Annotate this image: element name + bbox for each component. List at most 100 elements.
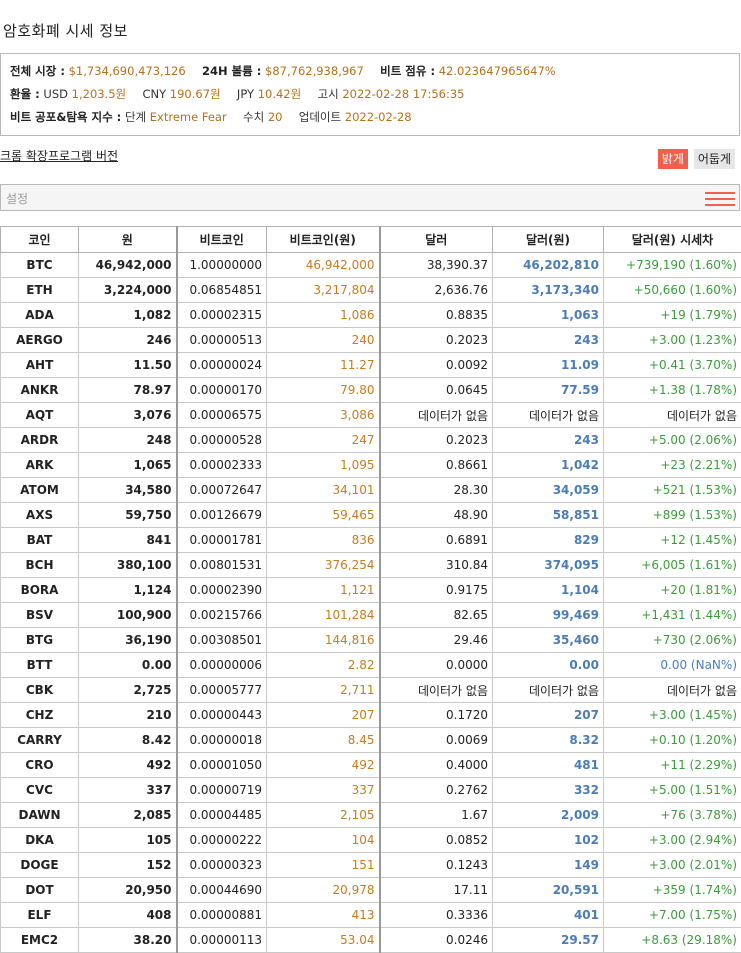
- table-row: DOT20,9500.0004469020,97817.1120,591+359…: [1, 878, 741, 903]
- table-row: AERGO2460.000005132400.2023243+3.00 (1.2…: [1, 328, 741, 353]
- price-btc-krw: 104: [267, 828, 380, 853]
- coin-symbol: CVC: [1, 778, 79, 803]
- price-usd: 0.2023: [380, 328, 493, 353]
- settings-bar[interactable]: 설정: [0, 184, 740, 211]
- price-usd-krw: 2,009: [493, 803, 604, 828]
- price-btc: 0.00000323: [177, 853, 267, 878]
- price-btc: 0.00000170: [177, 378, 267, 403]
- price-diff: 데이터가 없음: [604, 403, 741, 428]
- price-btc: 0.00000881: [177, 903, 267, 928]
- score-value: 20: [268, 110, 283, 124]
- price-btc: 0.00001781: [177, 528, 267, 553]
- price-usd: 29.46: [380, 628, 493, 653]
- price-usd: 0.2762: [380, 778, 493, 803]
- table-row: ETH3,224,0000.068548513,217,8042,636.763…: [1, 278, 741, 303]
- price-btc-krw: 207: [267, 703, 380, 728]
- col-header-btc-krw[interactable]: 비트코인(원): [267, 227, 380, 253]
- col-header-usd-diff[interactable]: 달러(원) 시세차: [604, 227, 741, 253]
- coin-symbol: DAWN: [1, 803, 79, 828]
- dark-theme-button[interactable]: 어둡게: [694, 149, 735, 169]
- price-btc: 1.00000000: [177, 253, 267, 278]
- menu-icon[interactable]: [705, 190, 735, 208]
- price-krw: 11.50: [79, 353, 177, 378]
- price-krw: 1,065: [79, 453, 177, 478]
- summary-line-market: 전체 시장 : $1,734,690,473,126 24H 볼륨 : $87,…: [10, 60, 730, 83]
- price-btc: 0.00002333: [177, 453, 267, 478]
- price-btc-krw: 1,095: [267, 453, 380, 478]
- light-theme-button[interactable]: 밝게: [658, 149, 688, 169]
- price-diff: +20 (1.81%): [604, 578, 741, 603]
- col-header-btc[interactable]: 비트코인: [177, 227, 267, 253]
- table-row: CHZ2100.000004432070.1720207+3.00 (1.45%…: [1, 703, 741, 728]
- coin-symbol: AXS: [1, 503, 79, 528]
- total-market-label: 전체 시장 :: [10, 64, 65, 78]
- price-usd-krw: 35,460: [493, 628, 604, 653]
- price-krw: 3,224,000: [79, 278, 177, 303]
- price-diff: 데이터가 없음: [604, 678, 741, 703]
- price-usd-krw: 149: [493, 853, 604, 878]
- price-btc-krw: 2.82: [267, 653, 380, 678]
- price-btc: 0.00004485: [177, 803, 267, 828]
- price-krw: 1,124: [79, 578, 177, 603]
- price-diff: +3.00 (1.45%): [604, 703, 741, 728]
- price-usd: 0.2023: [380, 428, 493, 453]
- price-usd: 310.84: [380, 553, 493, 578]
- price-diff: +3.00 (2.01%): [604, 853, 741, 878]
- cny-value: 190.67원: [170, 87, 221, 101]
- price-btc: 0.00000513: [177, 328, 267, 353]
- price-krw: 59,750: [79, 503, 177, 528]
- price-btc-krw: 8.45: [267, 728, 380, 753]
- price-diff: +1,431 (1.44%): [604, 603, 741, 628]
- market-summary: 전체 시장 : $1,734,690,473,126 24H 볼륨 : $87,…: [0, 53, 740, 136]
- coin-symbol: BCH: [1, 553, 79, 578]
- price-krw: 337: [79, 778, 177, 803]
- price-usd: 0.8835: [380, 303, 493, 328]
- price-btc: 0.00006575: [177, 403, 267, 428]
- coin-symbol: ETH: [1, 278, 79, 303]
- table-row: ANKR78.970.0000017079.800.064577.59+1.38…: [1, 378, 741, 403]
- price-diff: +6,005 (1.61%): [604, 553, 741, 578]
- price-btc-krw: 101,284: [267, 603, 380, 628]
- table-row: CBK2,7250.000057772,711데이터가 없음데이터가 없음데이터…: [1, 678, 741, 703]
- coin-symbol: CRO: [1, 753, 79, 778]
- table-row: AHT11.500.0000002411.270.009211.09+0.41 …: [1, 353, 741, 378]
- price-krw: 210: [79, 703, 177, 728]
- price-btc: 0.00002315: [177, 303, 267, 328]
- page-title: 암호화폐 시세 정보: [3, 20, 128, 41]
- price-usd: 17.11: [380, 878, 493, 903]
- coin-symbol: CARRY: [1, 728, 79, 753]
- price-usd-krw: 829: [493, 528, 604, 553]
- table-row: BSV100,9000.00215766101,28482.6599,469+1…: [1, 603, 741, 628]
- price-usd: 2,636.76: [380, 278, 493, 303]
- col-header-krw[interactable]: 원: [79, 227, 177, 253]
- price-btc-krw: 53.04: [267, 928, 380, 953]
- price-diff: +23 (2.21%): [604, 453, 741, 478]
- col-header-coin[interactable]: 코인: [1, 227, 79, 253]
- price-diff: +19 (1.79%): [604, 303, 741, 328]
- price-btc: 0.00000222: [177, 828, 267, 853]
- table-row: BAT8410.000017818360.6891829+12 (1.45%): [1, 528, 741, 553]
- table-row: BTT0.000.000000062.820.00000.000.00 (NaN…: [1, 653, 741, 678]
- summary-line-fear: 비트 공포&탐욕 지수 : 단계 Extreme Fear 수치 20 업데이트…: [10, 106, 730, 129]
- price-btc: 0.00001050: [177, 753, 267, 778]
- price-btc: 0.00044690: [177, 878, 267, 903]
- coin-symbol: CBK: [1, 678, 79, 703]
- table-row: DKA1050.000002221040.0852102+3.00 (2.94%…: [1, 828, 741, 853]
- table-row: AQT3,0760.000065753,086데이터가 없음데이터가 없음데이터…: [1, 403, 741, 428]
- price-krw: 20,950: [79, 878, 177, 903]
- price-usd-krw: 243: [493, 328, 604, 353]
- price-diff: +12 (1.45%): [604, 528, 741, 553]
- dominance-value: 42.023647965647%: [439, 64, 556, 78]
- coin-symbol: CHZ: [1, 703, 79, 728]
- price-usd-krw: 332: [493, 778, 604, 803]
- price-diff: 0.00 (NaN%): [604, 653, 741, 678]
- price-usd-krw: 3,173,340: [493, 278, 604, 303]
- table-row: AXS59,7500.0012667959,46548.9058,851+899…: [1, 503, 741, 528]
- price-diff: +7.00 (1.75%): [604, 903, 741, 928]
- price-krw: 246: [79, 328, 177, 353]
- chrome-extension-link[interactable]: 크롬 확장프로그램 버전: [0, 147, 118, 164]
- price-btc-krw: 20,978: [267, 878, 380, 903]
- col-header-usd-krw[interactable]: 달러(원): [493, 227, 604, 253]
- price-usd-krw: 207: [493, 703, 604, 728]
- col-header-usd[interactable]: 달러: [380, 227, 493, 253]
